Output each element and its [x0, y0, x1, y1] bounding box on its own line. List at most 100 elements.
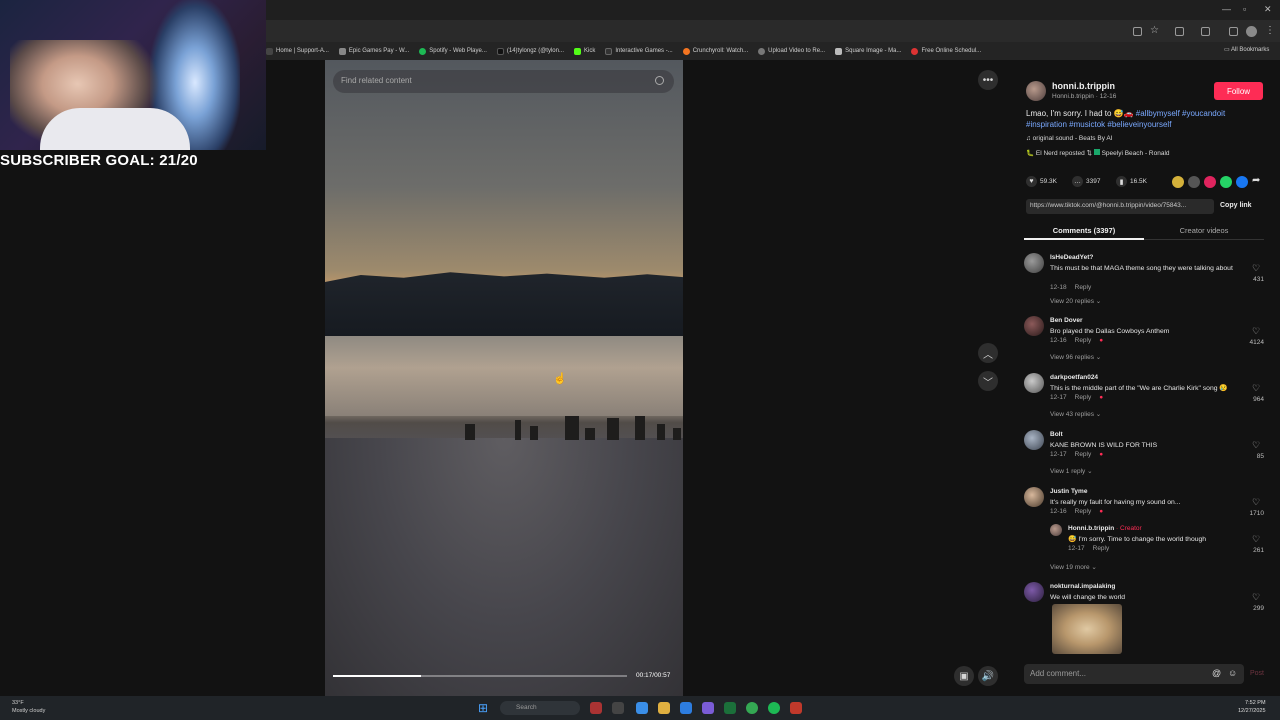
view-replies-button[interactable]: View 1 reply ⌄ [1050, 467, 1093, 475]
store-icon[interactable] [680, 702, 692, 714]
reply-button[interactable]: Reply [1075, 508, 1092, 515]
view-replies-button[interactable]: View 43 replies ⌄ [1050, 410, 1101, 418]
reply-button[interactable]: Reply [1093, 545, 1110, 552]
heart-icon[interactable]: ♡ [1252, 592, 1260, 603]
star-icon[interactable]: ☆ [1150, 25, 1159, 36]
maximize-icon[interactable]: ▫ [1243, 4, 1246, 14]
bookmark-item[interactable]: Home | Support-A... [266, 47, 329, 55]
view-replies-button[interactable]: View 96 replies ⌄ [1050, 353, 1101, 361]
coin-share-icon[interactable] [1172, 176, 1184, 188]
share-arrow-icon[interactable]: ➦ [1252, 175, 1260, 186]
commenter-avatar[interactable] [1024, 373, 1044, 393]
add-comment-input[interactable]: Add comment... [1024, 664, 1244, 684]
tab-creator-videos[interactable]: Creator videos [1144, 222, 1264, 240]
caption-hashtags[interactable]: #allbymyself #youcandoit [1134, 109, 1225, 118]
view-more-replies-button[interactable]: View 19 more ⌄ [1050, 563, 1097, 571]
heart-icon[interactable]: ♡ [1252, 440, 1260, 451]
heart-icon[interactable]: ♡ [1252, 497, 1260, 508]
reply-button[interactable]: Reply [1075, 394, 1092, 401]
taskbar-search[interactable]: Search [500, 701, 580, 715]
menu-icon[interactable]: ⋮ [1265, 25, 1275, 36]
commenter-avatar[interactable] [1024, 487, 1044, 507]
emoji-icon[interactable]: ☺ [1228, 668, 1237, 678]
post-comment-button[interactable]: Post [1250, 670, 1264, 677]
excel-icon[interactable] [724, 702, 736, 714]
volume-button[interactable]: 🔊 [978, 666, 998, 686]
spotify-icon[interactable] [768, 702, 780, 714]
bookmark-item[interactable]: Epic Games Pay - W... [338, 47, 409, 55]
sound-link[interactable]: ♫ original sound - Beats By AI [1026, 135, 1113, 142]
heart-icon[interactable]: ♡ [1252, 326, 1260, 337]
commenter-avatar[interactable] [1024, 430, 1044, 450]
tab-search-icon[interactable] [1201, 27, 1210, 36]
bookmark-item[interactable]: Interactive Games -... [605, 47, 673, 55]
bookmark-item[interactable]: Kick [574, 47, 595, 55]
downloads-icon[interactable] [1229, 27, 1238, 36]
commenter-name[interactable]: Bolt [1050, 431, 1063, 438]
bookmark-item[interactable]: Free Online Schedul... [911, 47, 981, 55]
reply-button[interactable]: Reply [1075, 337, 1092, 344]
comment-meme-image[interactable] [1052, 604, 1122, 654]
heart-icon[interactable]: ♡ [1252, 383, 1260, 394]
commenter-avatar[interactable] [1024, 582, 1044, 602]
copy-link-button[interactable]: Copy link [1220, 202, 1252, 209]
comment-button[interactable]: … 3397 [1072, 176, 1100, 187]
commenter-name[interactable]: nokturnal.impalaking [1050, 583, 1115, 590]
close-window-icon[interactable]: ✕ [1264, 4, 1272, 15]
profile-avatar[interactable] [1246, 26, 1257, 37]
repost-track[interactable]: Speelyi Beach - Ronald [1102, 150, 1170, 157]
previous-video-button[interactable]: ︿ [978, 343, 998, 363]
edge-icon[interactable] [636, 702, 648, 714]
creator-avatar[interactable] [1050, 524, 1062, 536]
task-view-icon[interactable] [612, 702, 624, 714]
minimize-icon[interactable]: — [1222, 4, 1231, 14]
save-button[interactable]: ▮ 16.5K [1116, 176, 1147, 187]
miniplayer-button[interactable]: ▣ [954, 666, 974, 686]
mention-icon[interactable]: @ [1212, 668, 1221, 678]
bookmark-item[interactable]: Crunchyroll: Watch... [682, 47, 748, 55]
next-video-button[interactable]: ﹀ [978, 371, 998, 391]
commenter-avatar[interactable] [1024, 253, 1044, 273]
obs-icon[interactable] [790, 702, 802, 714]
heart-icon[interactable]: ♡ [1252, 263, 1260, 274]
reply-button[interactable]: Reply [1075, 451, 1092, 458]
embed-share-icon[interactable] [1188, 176, 1200, 188]
bookmark-item[interactable]: (14)tylongz (@tylon... [496, 47, 564, 55]
whatsapp-share-icon[interactable] [1220, 176, 1232, 188]
bookmark-item[interactable]: Square Image - Ma... [835, 47, 901, 55]
author-name[interactable]: honni.b.trippin [1052, 81, 1115, 91]
author-avatar[interactable] [1026, 81, 1046, 101]
more-options-button[interactable]: ••• [978, 70, 998, 90]
file-explorer-icon[interactable] [658, 702, 670, 714]
commenter-name[interactable]: darkpoetfan024 [1050, 374, 1098, 381]
heart-icon[interactable]: ♡ [1252, 534, 1260, 545]
tab-comments[interactable]: Comments (3397) [1024, 222, 1144, 240]
repost-user[interactable]: El Nerd [1036, 150, 1058, 157]
all-bookmarks-button[interactable]: ▭ All Bookmarks [1224, 46, 1269, 53]
weather-widget[interactable]: 33°F Mostly cloudy [12, 699, 45, 715]
follow-button[interactable]: Follow [1214, 82, 1263, 100]
app-icon[interactable] [590, 702, 602, 714]
cast-icon[interactable] [1133, 27, 1142, 36]
extensions-icon[interactable] [1175, 27, 1184, 36]
commenter-name[interactable]: IsHeDeadYet? [1050, 254, 1093, 261]
taskbar-clock[interactable]: 7:52 PM 12/27/2025 [1238, 699, 1266, 715]
bookmark-item[interactable]: Spotify - Web Playe... [419, 47, 487, 55]
video-player[interactable] [325, 60, 683, 696]
view-replies-button[interactable]: View 20 replies ⌄ [1050, 297, 1101, 305]
video-link-field[interactable]: https://www.tiktok.com/@honni.b.trippin/… [1026, 199, 1214, 214]
reply-button[interactable]: Reply [1075, 284, 1092, 291]
caption-hashtags[interactable]: #inspiration #musictok #believeinyoursel… [1026, 120, 1171, 129]
search-icon[interactable] [655, 76, 664, 85]
commenter-name[interactable]: Justin Tyme [1050, 488, 1087, 495]
chrome-icon[interactable] [746, 702, 758, 714]
send-share-icon[interactable] [1204, 176, 1216, 188]
commenter-avatar[interactable] [1024, 316, 1044, 336]
discord-icon[interactable] [702, 702, 714, 714]
facebook-share-icon[interactable] [1236, 176, 1248, 188]
commenter-name[interactable]: Ben Dover [1050, 317, 1083, 324]
creator-reply-name[interactable]: Honni.b.trippin · Creator [1068, 525, 1142, 532]
like-button[interactable]: ♥ 59.3K [1026, 176, 1057, 187]
bookmark-item[interactable]: Upload Video to Re... [758, 47, 825, 55]
start-icon[interactable]: ⊞ [478, 701, 488, 715]
